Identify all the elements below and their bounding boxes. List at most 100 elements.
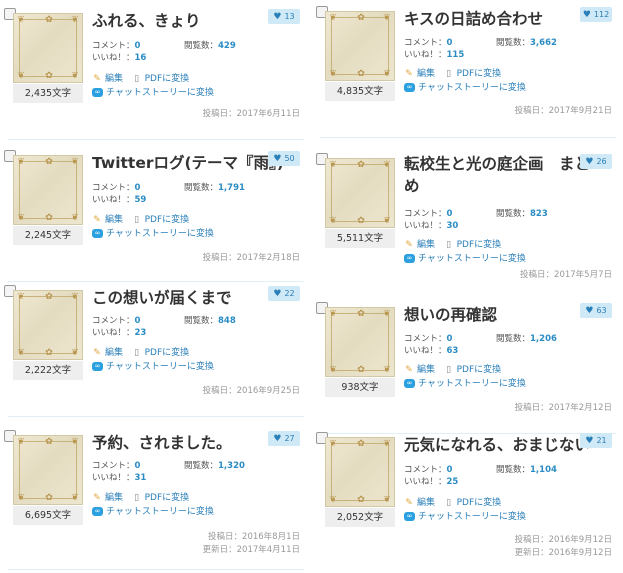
like-count: 50 [284, 154, 295, 163]
comment-count: 0 [446, 38, 453, 48]
like-badge[interactable]: ♥ 21 [580, 433, 612, 448]
actions: ✎ 編集 ▯ PDFに変換 ∞ チャットストーリーに変換 [92, 491, 214, 519]
like-count: 26 [596, 157, 607, 166]
edit-link[interactable]: ✎ 編集 [404, 498, 435, 508]
edit-link[interactable]: ✎ 編集 [92, 348, 123, 358]
like-badge[interactable]: ♥ 27 [268, 431, 300, 446]
pdf-link[interactable]: ▯ PDFに変換 [444, 69, 501, 79]
like-count: 112 [593, 10, 610, 19]
chat-link[interactable]: ∞ チャットストーリーに変換 [404, 81, 526, 95]
like-badge[interactable]: ♥ 22 [268, 286, 300, 301]
cover-thumbnail[interactable]: ❦ ❦ ❦ ❦ ✿ ✿ [325, 307, 395, 377]
like-count: 22 [284, 289, 295, 298]
pdf-link[interactable]: ▯ PDFに変換 [444, 498, 502, 508]
cover-thumbnail[interactable]: ❦ ❦ ❦ ❦ ✿ ✿ [325, 158, 395, 228]
likes-count: 63 [446, 346, 459, 356]
view-count: 848 [218, 316, 236, 326]
views-label: 閲覧数： [184, 183, 219, 193]
story-title[interactable]: この想いが届くまで [92, 285, 272, 311]
pdf-label: PDFに変換 [456, 365, 502, 375]
chat-link[interactable]: ∞ チャットストーリーに変換 [404, 377, 526, 391]
likes-label: いいね！： [92, 473, 135, 483]
views-label: 閲覧数： [184, 461, 219, 471]
actions: ✎ 編集 ▯ PDFに変換 ∞ チャットストーリーに変換 [92, 213, 214, 241]
likes-count: 115 [446, 50, 465, 60]
pdf-link[interactable]: ▯ PDFに変換 [444, 240, 501, 250]
cover-thumbnail[interactable]: ❦ ❦ ❦ ❦ ✿ ✿ [13, 435, 83, 505]
pdf-label: PDFに変換 [144, 348, 190, 358]
story-title[interactable]: 転校生と光の庭企画 まとめ [404, 153, 594, 197]
view-count: 429 [218, 41, 236, 51]
stats: コメント：0 閲覧数：3,662 いいね！：115 [404, 37, 557, 61]
document-icon: ▯ [134, 348, 140, 358]
pdf-link[interactable]: ▯ PDFに変換 [132, 74, 189, 84]
stats: コメント：0 閲覧数：848 いいね！：23 [92, 315, 236, 339]
edit-label: 編集 [105, 215, 124, 225]
like-badge[interactable]: ♥ 63 [580, 303, 612, 318]
edit-label: 編集 [105, 493, 124, 503]
chat-icon: ∞ [404, 254, 415, 263]
cover-thumbnail[interactable]: ❦ ❦ ❦ ❦ ✿ ✿ [13, 13, 83, 83]
edit-link[interactable]: ✎ 編集 [404, 365, 435, 375]
story-title[interactable]: 予約、されました。 [92, 430, 272, 456]
posted-date: 投稿日：2016年9月25日 [202, 386, 300, 396]
edit-label: 編集 [417, 365, 436, 375]
like-badge[interactable]: ♥ 112 [580, 7, 612, 22]
chat-icon: ∞ [404, 379, 415, 388]
edit-label: 編集 [417, 498, 436, 508]
comment-count: 0 [134, 316, 141, 326]
edit-link[interactable]: ✎ 編集 [92, 74, 123, 84]
like-badge[interactable]: ♥ 13 [268, 9, 300, 24]
pdf-label: PDFに変換 [456, 498, 502, 508]
story-title[interactable]: 想いの再確認 [404, 302, 584, 328]
story-title[interactable]: キスの日詰め合わせ [404, 6, 584, 32]
comment-count: 0 [134, 461, 141, 471]
cover-thumbnail[interactable]: ❦ ❦ ❦ ❦ ✿ ✿ [13, 155, 83, 225]
story-title[interactable]: 元気になれる、おまじない [404, 432, 590, 458]
edit-link[interactable]: ✎ 編集 [92, 215, 123, 225]
likes-count: 25 [446, 477, 459, 487]
edit-link[interactable]: ✎ 編集 [404, 240, 435, 250]
updated-date: 更新日：2017年4月11日 [202, 545, 300, 555]
pdf-link[interactable]: ▯ PDFに変換 [132, 215, 189, 225]
edit-label: 編集 [417, 240, 436, 250]
like-badge[interactable]: ♥ 50 [268, 151, 300, 166]
chat-link[interactable]: ∞ チャットストーリーに変換 [404, 252, 526, 266]
cover-thumbnail[interactable]: ❦ ❦ ❦ ❦ ✿ ✿ [325, 437, 395, 507]
pdf-link[interactable]: ▯ PDFに変換 [132, 493, 189, 503]
pdf-link[interactable]: ▯ PDFに変換 [132, 348, 190, 358]
pdf-link[interactable]: ▯ PDFに変換 [444, 365, 502, 375]
chat-label: チャットストーリーに変換 [106, 362, 214, 372]
likes-count: 23 [134, 328, 147, 338]
like-count: 63 [596, 306, 607, 315]
edit-link[interactable]: ✎ 編集 [404, 69, 435, 79]
document-icon: ▯ [134, 215, 140, 225]
char-count: 2,222文字 [13, 361, 83, 380]
cover-thumbnail[interactable]: ❦ ❦ ❦ ❦ ✿ ✿ [325, 11, 395, 81]
chat-label: チャットストーリーに変換 [418, 254, 526, 264]
chat-link[interactable]: ∞ チャットストーリーに変換 [92, 227, 214, 241]
chat-link[interactable]: ∞ チャットストーリーに変換 [404, 510, 526, 524]
views-label: 閲覧数： [184, 316, 219, 326]
pencil-icon: ✎ [93, 215, 101, 225]
stats: コメント：0 閲覧数：429 いいね！：16 [92, 40, 236, 64]
cover-thumbnail[interactable]: ❦ ❦ ❦ ❦ ✿ ✿ [13, 290, 83, 360]
likes-label: いいね！： [92, 328, 135, 338]
chat-label: チャットストーリーに変換 [418, 83, 526, 93]
chat-label: チャットストーリーに変換 [418, 379, 526, 389]
char-count: 2,245文字 [13, 226, 83, 245]
view-count: 1,206 [530, 334, 557, 344]
comment-label: コメント： [92, 41, 135, 51]
edit-link[interactable]: ✎ 編集 [92, 493, 123, 503]
story-title[interactable]: ふれる、きょり [92, 8, 272, 34]
heart-icon: ♥ [273, 12, 282, 22]
chat-link[interactable]: ∞ チャットストーリーに変換 [92, 505, 214, 519]
chat-link[interactable]: ∞ チャットストーリーに変換 [92, 360, 214, 374]
char-count: 5,511文字 [325, 229, 395, 248]
like-badge[interactable]: ♥ 26 [580, 154, 612, 169]
story-card: ❦ ❦ ❦ ❦ ✿ ✿ 938文字 想いの再確認 ♥ 63 コメント：0 閲覧数：1,206 … [316, 302, 616, 434]
chat-link[interactable]: ∞ チャットストーリーに変換 [92, 86, 214, 100]
pencil-icon: ✎ [405, 240, 413, 250]
card-divider [8, 416, 304, 417]
story-title[interactable]: Twitterログ(テーマ『雨』) [92, 150, 284, 176]
